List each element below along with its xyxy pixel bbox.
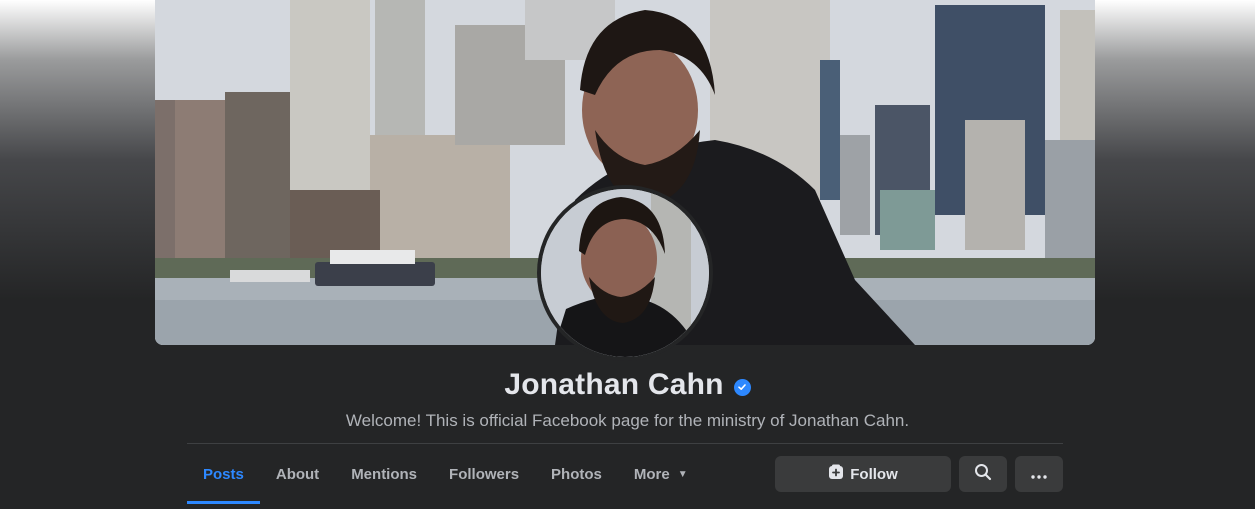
profile-tabs: Posts About Mentions Followers Photos Mo… (187, 444, 704, 504)
tab-mentions[interactable]: Mentions (335, 444, 433, 504)
tab-followers[interactable]: Followers (433, 444, 535, 504)
follow-button[interactable]: Follow (775, 456, 951, 492)
more-options-button[interactable] (1015, 456, 1063, 492)
tab-more[interactable]: More ▼ (618, 444, 704, 504)
tab-photos[interactable]: Photos (535, 444, 618, 504)
ellipsis-icon (1031, 466, 1047, 483)
profile-subtitle: Welcome! This is official Facebook page … (345, 411, 910, 430)
search-icon (974, 463, 992, 485)
profile-name-row: Jonathan Cahn (0, 368, 1255, 402)
profile-avatar[interactable] (537, 185, 713, 361)
chevron-down-icon: ▼ (677, 468, 688, 480)
avatar-image (541, 189, 709, 357)
verified-badge-icon (733, 378, 751, 396)
add-page-icon (828, 464, 844, 484)
tab-about[interactable]: About (260, 444, 335, 504)
search-button[interactable] (959, 456, 1007, 492)
tab-posts[interactable]: Posts (187, 444, 260, 504)
follow-label: Follow (850, 465, 898, 483)
profile-name: Jonathan Cahn (504, 368, 724, 401)
